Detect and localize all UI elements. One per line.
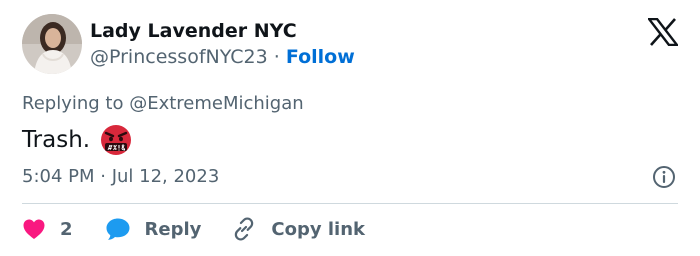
handle-separator: · <box>267 46 286 68</box>
copy-link-label: Copy link <box>271 218 365 240</box>
tweet-header: Lady Lavender NYC @PrincessofNYC23 · Fol… <box>22 14 355 74</box>
divider <box>22 203 678 204</box>
avatar[interactable] <box>22 14 82 74</box>
speech-bubble-icon <box>105 217 131 241</box>
tweet-actions: 2 Reply Copy link <box>22 214 365 244</box>
author-identity: Lady Lavender NYC @PrincessofNYC23 · Fol… <box>90 18 355 70</box>
info-icon[interactable] <box>652 165 676 189</box>
tweet-timestamp[interactable]: 5:04 PM · Jul 12, 2023 <box>22 165 219 189</box>
replying-to-handle[interactable]: @ExtremeMichigan <box>129 93 303 114</box>
author-handle[interactable]: @PrincessofNYC23 <box>90 46 268 68</box>
like-button[interactable]: 2 <box>22 218 73 240</box>
embedded-tweet-card: Lady Lavender NYC @PrincessofNYC23 · Fol… <box>0 0 700 256</box>
tweet-text: Trash. <box>22 127 91 153</box>
follow-button[interactable]: Follow <box>286 46 355 68</box>
replying-to: Replying to @ExtremeMichigan <box>22 92 304 116</box>
heart-icon <box>22 218 46 240</box>
face-with-symbols-on-mouth-icon <box>100 124 132 156</box>
tweet-body: Trash. <box>22 124 132 156</box>
author-handle-row: @PrincessofNYC23 · Follow <box>90 44 355 70</box>
reply-button[interactable]: Reply <box>105 217 202 241</box>
like-count: 2 <box>60 218 73 240</box>
reply-label: Reply <box>144 218 202 240</box>
copy-link-button[interactable]: Copy link <box>231 216 365 242</box>
replying-to-prefix: Replying to <box>22 93 130 114</box>
link-icon <box>231 216 257 242</box>
avatar-image <box>22 14 82 74</box>
author-display-name[interactable]: Lady Lavender NYC <box>90 18 355 44</box>
x-logo-icon[interactable] <box>648 18 678 46</box>
